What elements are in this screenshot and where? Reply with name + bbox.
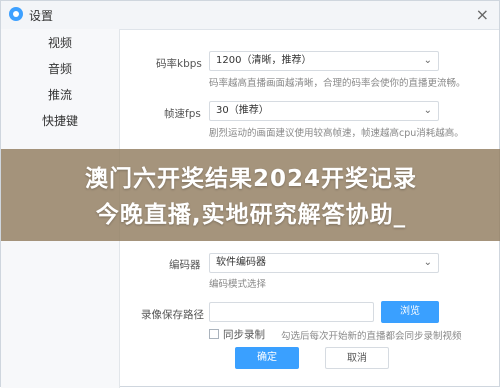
- sidebar-item-shortcuts[interactable]: 快捷键: [1, 109, 119, 133]
- sidebar-item-video[interactable]: 视频: [1, 31, 119, 55]
- overlay-text-line-1: 澳门六开奖结果2024开奖记录: [84, 166, 417, 192]
- encoder-hint: 编码模式选择: [209, 279, 267, 290]
- bitrate-value: 1200（清晰，推荐）: [216, 55, 312, 66]
- window-title: 设置: [29, 9, 54, 23]
- sidebar-item-stream[interactable]: 推流: [1, 83, 119, 107]
- chevron-down-icon: ⌄: [423, 105, 432, 116]
- fps-hint: 剧烈运动的画面建议使用较高帧速，帧速越高cpu消耗越高。: [209, 128, 464, 139]
- settings-app-icon: [9, 7, 23, 21]
- browse-button[interactable]: 浏览: [381, 301, 439, 323]
- fps-select[interactable]: 30（推荐） ⌄: [209, 101, 439, 121]
- close-icon[interactable]: ×: [476, 5, 489, 24]
- bitrate-hint: 码率越高直播画面越清晰，合理的码率会使你的直播更流畅。: [209, 78, 466, 89]
- encoder-label: 编码器: [169, 259, 201, 271]
- sync-record-label: 同步录制: [223, 329, 265, 341]
- bitrate-select[interactable]: 1200（清晰，推荐） ⌄: [209, 51, 439, 71]
- record-path-label: 录像保存路径: [141, 309, 204, 321]
- chevron-down-icon: ⌄: [423, 55, 432, 66]
- overlay-banner: 澳门六开奖结果2024开奖记录 今晚直播,实地研究解答协助_: [1, 149, 500, 241]
- record-path-input[interactable]: [209, 302, 374, 322]
- title-bar: 设置 ×: [1, 1, 499, 30]
- settings-window: 设置 × 视频 音频 推流 快捷键 码率kbps 1200（清晰，推荐） ⌄ 码…: [0, 0, 500, 388]
- encoder-select[interactable]: 软件编码器 ⌄: [209, 253, 439, 273]
- sidebar-item-audio[interactable]: 音频: [1, 57, 119, 81]
- encoder-value: 软件编码器: [216, 257, 266, 268]
- sync-record-checkbox[interactable]: [209, 329, 219, 339]
- ok-button[interactable]: 确定: [235, 347, 299, 369]
- fps-label: 帧速fps: [164, 108, 201, 120]
- fps-value: 30（推荐）: [216, 105, 269, 116]
- chevron-down-icon: ⌄: [423, 257, 432, 268]
- overlay-text-line-2: 今晚直播,实地研究解答协助_: [95, 202, 407, 228]
- bitrate-label: 码率kbps: [156, 58, 202, 70]
- sync-record-hint: 勾选后每次开始新的直播都会同步录制视频: [281, 331, 462, 342]
- cancel-button[interactable]: 取消: [325, 347, 389, 369]
